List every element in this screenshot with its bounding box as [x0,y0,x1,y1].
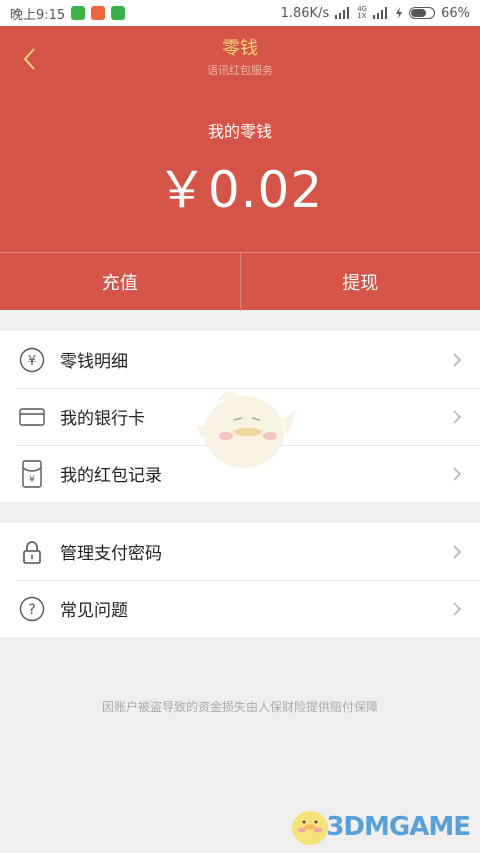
menu-group-security: 管理支付密码 ? 常见问题 [0,523,480,637]
status-bar: 晚上9:15 1.86K/s 4G 1X 66% [0,0,480,26]
balance-amount: ￥0.02 [156,161,324,219]
action-bar: 充值 提现 [0,252,480,311]
charging-icon [396,7,403,19]
lock-icon [18,538,46,566]
chevron-right-icon [453,601,462,616]
menu-item-payment-password[interactable]: 管理支付密码 [0,523,480,580]
battery-percent: 66% [441,5,470,21]
chevron-right-icon [453,352,462,367]
yuan-coin-icon: ¥ [18,346,46,374]
network-speed: 1.86K/s [280,5,330,21]
network-type: 4G 1X [357,5,368,20]
watermark-logo: 3DMGAME [326,812,471,842]
chevron-right-icon [453,466,462,481]
menu-item-faq[interactable]: ? 常见问题 [0,580,480,637]
insurance-note: 因账户被盗导致的资金损失由人保财险提供赔付保障 [101,700,378,714]
status-time: 晚上9:15 [10,7,66,23]
menu-item-label: 管理支付密码 [60,544,162,564]
signal-icon [335,7,350,19]
page-title: 零钱 [222,38,258,59]
recharge-button[interactable]: 充值 [0,253,240,311]
withdraw-button[interactable]: 提现 [239,253,480,311]
signal-icon [373,7,388,19]
svg-text:¥: ¥ [28,354,36,369]
chevron-right-icon [453,544,462,559]
app-notification-icon [91,6,106,20]
menu-item-label: 零钱明细 [60,352,128,372]
mascot-chick-icon [196,391,296,468]
red-packet-icon: ¥ [18,459,46,488]
page-subtitle: 语讯红包服务 [207,64,273,77]
app-notification-icon [111,6,126,20]
menu-item-label: 常见问题 [60,601,128,621]
bank-card-icon [18,403,46,431]
app-notification-icon [71,6,86,20]
chevron-right-icon [453,409,462,424]
balance-label: 我的零钱 [207,122,272,141]
wallet-header: 零钱 语讯红包服务 我的零钱 ￥0.02 充值 提现 [0,26,480,311]
battery-icon [409,7,436,19]
svg-text:¥: ¥ [29,475,35,485]
question-icon: ? [18,595,46,623]
svg-text:?: ? [28,602,35,618]
